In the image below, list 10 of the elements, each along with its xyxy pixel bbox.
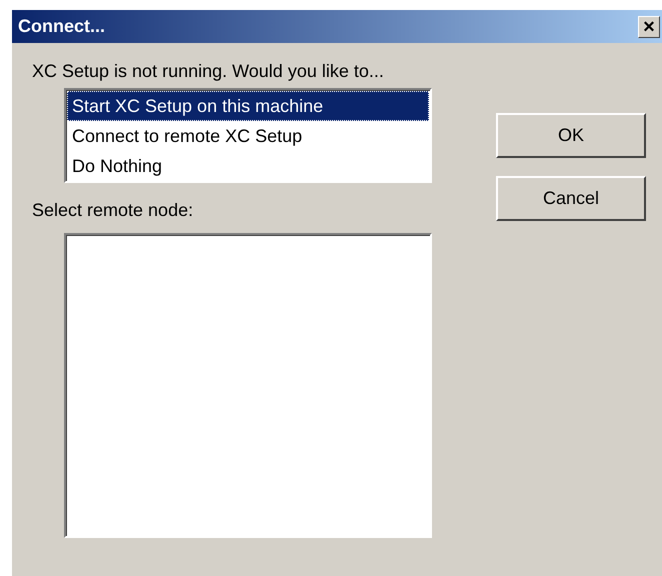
close-button[interactable]: × — [638, 16, 660, 38]
list-option[interactable]: Start XC Setup on this machine — [67, 91, 429, 121]
cancel-button[interactable]: Cancel — [496, 176, 646, 221]
prompt-text: XC Setup is not running. Would you like to... — [32, 60, 385, 83]
window-title: Connect... — [18, 15, 106, 38]
field-label: Select remote node: — [32, 199, 194, 222]
list-option[interactable]: Connect to remote XC Setup — [67, 121, 429, 151]
node-listbox[interactable] — [64, 233, 432, 538]
ok-button[interactable]: OK — [496, 113, 646, 158]
list-option[interactable]: Do Nothing — [67, 151, 429, 181]
